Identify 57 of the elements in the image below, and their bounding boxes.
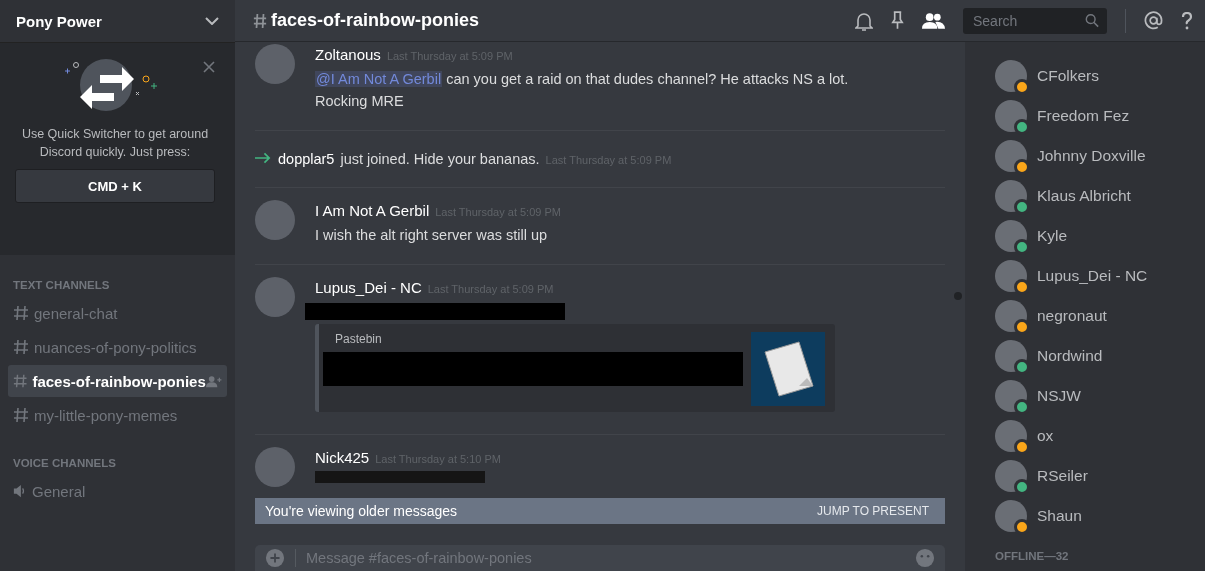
member-item[interactable]: Johnny Doxville: [995, 136, 1205, 176]
members-icon[interactable]: [922, 12, 945, 29]
member-item[interactable]: CFolkers: [995, 56, 1205, 96]
system-message: just joined. Hide your bananas.: [340, 151, 540, 167]
user-avatar[interactable]: [255, 200, 295, 240]
member-item[interactable]: Freedom Fez: [995, 96, 1205, 136]
help-icon[interactable]: [1181, 11, 1193, 30]
mention-icon[interactable]: [1144, 11, 1163, 30]
bell-icon[interactable]: [855, 10, 873, 31]
jump-to-present-link[interactable]: JUMP TO PRESENT: [810, 503, 935, 519]
search-box[interactable]: Search: [963, 7, 1107, 34]
chevron-down-icon[interactable]: [205, 17, 219, 25]
scrollbar-thumb[interactable]: [954, 292, 962, 300]
username[interactable]: Nick425: [315, 449, 370, 466]
hash-icon: [13, 305, 29, 321]
hash-icon: [253, 11, 267, 30]
embed-provider: Pastebin: [335, 332, 383, 346]
search-field[interactable]: Search: [971, 11, 1085, 30]
user-avatar[interactable]: [255, 277, 295, 317]
message-text: I wish the alt right server was still up: [315, 226, 549, 245]
add-member-icon[interactable]: [205, 374, 222, 388]
channel-item[interactable]: faces-of-rainbow-ponies: [8, 365, 227, 397]
username[interactable]: I Am Not A Gerbil: [315, 202, 430, 219]
banner-text: You're viewing older messages: [265, 503, 458, 519]
speaker-icon: [13, 484, 27, 498]
hash-icon: [13, 407, 29, 423]
category-label: TEXT CHANNELS: [12, 279, 111, 293]
member-item[interactable]: NSJW: [995, 376, 1205, 416]
server-name: Pony Power: [16, 12, 102, 30]
upload-icon[interactable]: [265, 548, 285, 568]
user-avatar[interactable]: [255, 44, 295, 84]
member-item[interactable]: Klaus Albricht: [995, 176, 1205, 216]
message-text: @I Am Not A Gerbil can you get a raid on that dudes channel? He attacks NS a lot.: [315, 70, 850, 89]
member-item[interactable]: negronaut: [995, 296, 1205, 336]
channel-title: faces-of-rainbow-ponies: [271, 10, 480, 31]
member-item[interactable]: Shaun: [995, 496, 1205, 536]
hash-icon: [13, 339, 29, 355]
member-item[interactable]: Kyle: [995, 216, 1205, 256]
quick-switcher-hint: Use Quick Switcher to get around Discord quickly. Just press:: [20, 126, 210, 161]
pin-icon[interactable]: [891, 11, 904, 30]
message-text: Rocking MRE: [315, 92, 405, 111]
member-item[interactable]: ox: [995, 416, 1205, 456]
user-avatar[interactable]: [255, 447, 295, 487]
arrow-icon: [255, 152, 272, 164]
offline-header: OFFLINE—32: [995, 550, 1070, 562]
username[interactable]: dopplar5: [278, 151, 335, 167]
category-label: VOICE CHANNELS: [12, 457, 117, 471]
emoji-icon[interactable]: [915, 548, 935, 568]
search-icon: [1085, 13, 1099, 28]
username[interactable]: Lupus_Dei - NC: [315, 279, 422, 296]
member-item[interactable]: Lupus_Dei - NC: [995, 256, 1205, 296]
member-item[interactable]: RSeiler: [995, 456, 1205, 496]
member-item[interactable]: Nordwind: [995, 336, 1205, 376]
username[interactable]: Zoltanous: [315, 46, 381, 63]
hash-icon: [13, 373, 28, 389]
close-icon[interactable]: [203, 61, 215, 73]
shortcut-button[interactable]: CMD + K: [15, 169, 215, 203]
